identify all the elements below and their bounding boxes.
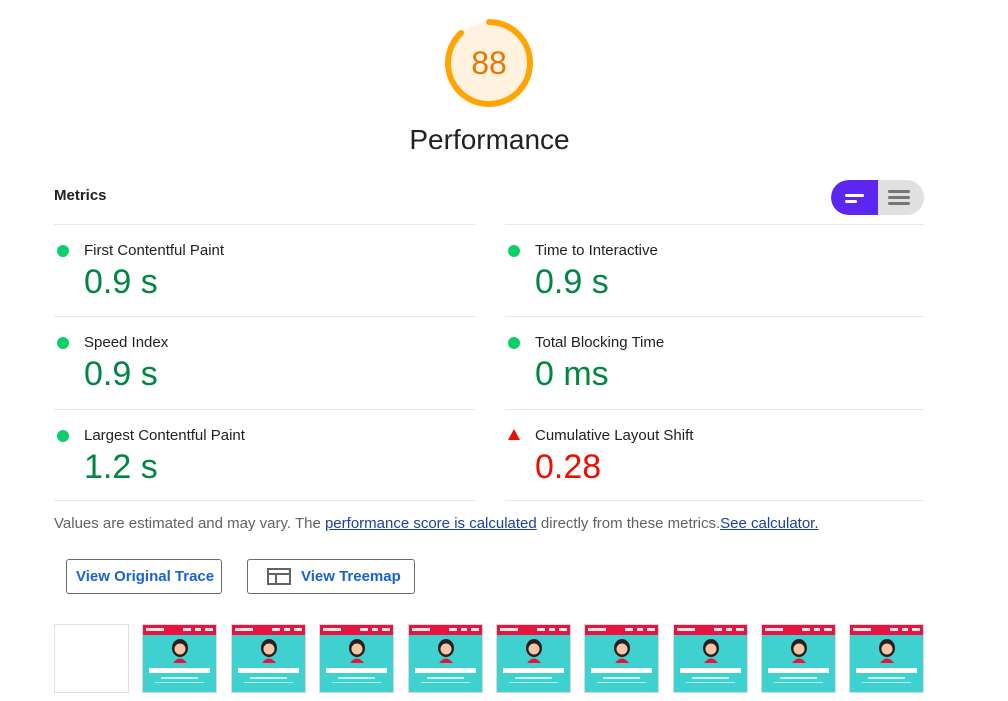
filmstrip-frame bbox=[408, 624, 483, 693]
button-label: View Original Trace bbox=[76, 568, 215, 585]
filmstrip-frame bbox=[54, 624, 129, 693]
metric-speed-index: Speed Index 0.9 s bbox=[54, 317, 474, 409]
filmstrip-frame bbox=[673, 624, 748, 693]
pass-indicator-icon bbox=[57, 337, 69, 349]
metric-largest-contentful-paint: Largest Contentful Paint 1.2 s bbox=[54, 410, 474, 502]
filmstrip-frame bbox=[849, 624, 924, 693]
view-treemap-button[interactable]: View Treemap bbox=[247, 559, 415, 594]
pass-indicator-icon bbox=[508, 337, 520, 349]
metric-first-contentful-paint: First Contentful Paint 0.9 s bbox=[54, 225, 474, 317]
filmstrip-frame bbox=[319, 624, 394, 693]
list-view-icon[interactable] bbox=[878, 180, 924, 215]
metric-cumulative-layout-shift: Cumulative Layout Shift 0.28 bbox=[505, 410, 925, 502]
filmstrip-frame bbox=[142, 624, 217, 693]
metric-label: Time to Interactive bbox=[535, 242, 658, 259]
pass-indicator-icon bbox=[57, 430, 69, 442]
pass-indicator-icon bbox=[57, 245, 69, 257]
metric-label: First Contentful Paint bbox=[84, 242, 225, 259]
filmstrip bbox=[54, 624, 934, 693]
metrics-header: Metrics bbox=[54, 187, 107, 204]
category-title: Performance bbox=[409, 124, 570, 155]
metrics-view-toggle[interactable] bbox=[831, 180, 924, 215]
metric-value: 0 ms bbox=[535, 355, 609, 393]
metric-total-blocking-time: Total Blocking Time 0 ms bbox=[505, 317, 925, 409]
metric-label: Largest Contentful Paint bbox=[84, 427, 245, 444]
note-prefix: Values are estimated and may vary. The bbox=[54, 515, 325, 532]
compact-view-icon[interactable] bbox=[831, 180, 878, 215]
score-calculation-link[interactable]: performance score is calculated bbox=[325, 515, 537, 532]
metric-label: Cumulative Layout Shift bbox=[535, 427, 694, 444]
note-middle: directly from these metrics. bbox=[536, 515, 721, 532]
treemap-icon bbox=[267, 568, 291, 585]
filmstrip-frame bbox=[584, 624, 659, 693]
fail-triangle-icon bbox=[508, 429, 520, 440]
metric-value: 0.9 s bbox=[84, 263, 158, 301]
score-value: 88 bbox=[471, 45, 507, 81]
metric-label: Total Blocking Time bbox=[535, 334, 665, 351]
estimate-note: Values are estimated and may vary. The p… bbox=[54, 515, 819, 532]
metric-time-to-interactive: Time to Interactive 0.9 s bbox=[505, 225, 925, 317]
metric-value: 0.28 bbox=[535, 448, 602, 486]
metric-value: 1.2 s bbox=[84, 448, 158, 486]
pass-indicator-icon bbox=[508, 245, 520, 257]
button-label: View Treemap bbox=[301, 568, 401, 585]
see-calculator-link[interactable]: See calculator. bbox=[720, 515, 818, 532]
performance-gauge: 88 bbox=[443, 17, 535, 109]
filmstrip-frame bbox=[761, 624, 836, 693]
metric-value: 0.9 s bbox=[535, 263, 609, 301]
metric-label: Speed Index bbox=[84, 334, 169, 351]
metric-value: 0.9 s bbox=[84, 355, 158, 393]
filmstrip-frame bbox=[496, 624, 571, 693]
view-original-trace-button[interactable]: View Original Trace bbox=[66, 559, 222, 594]
filmstrip-frame bbox=[231, 624, 306, 693]
